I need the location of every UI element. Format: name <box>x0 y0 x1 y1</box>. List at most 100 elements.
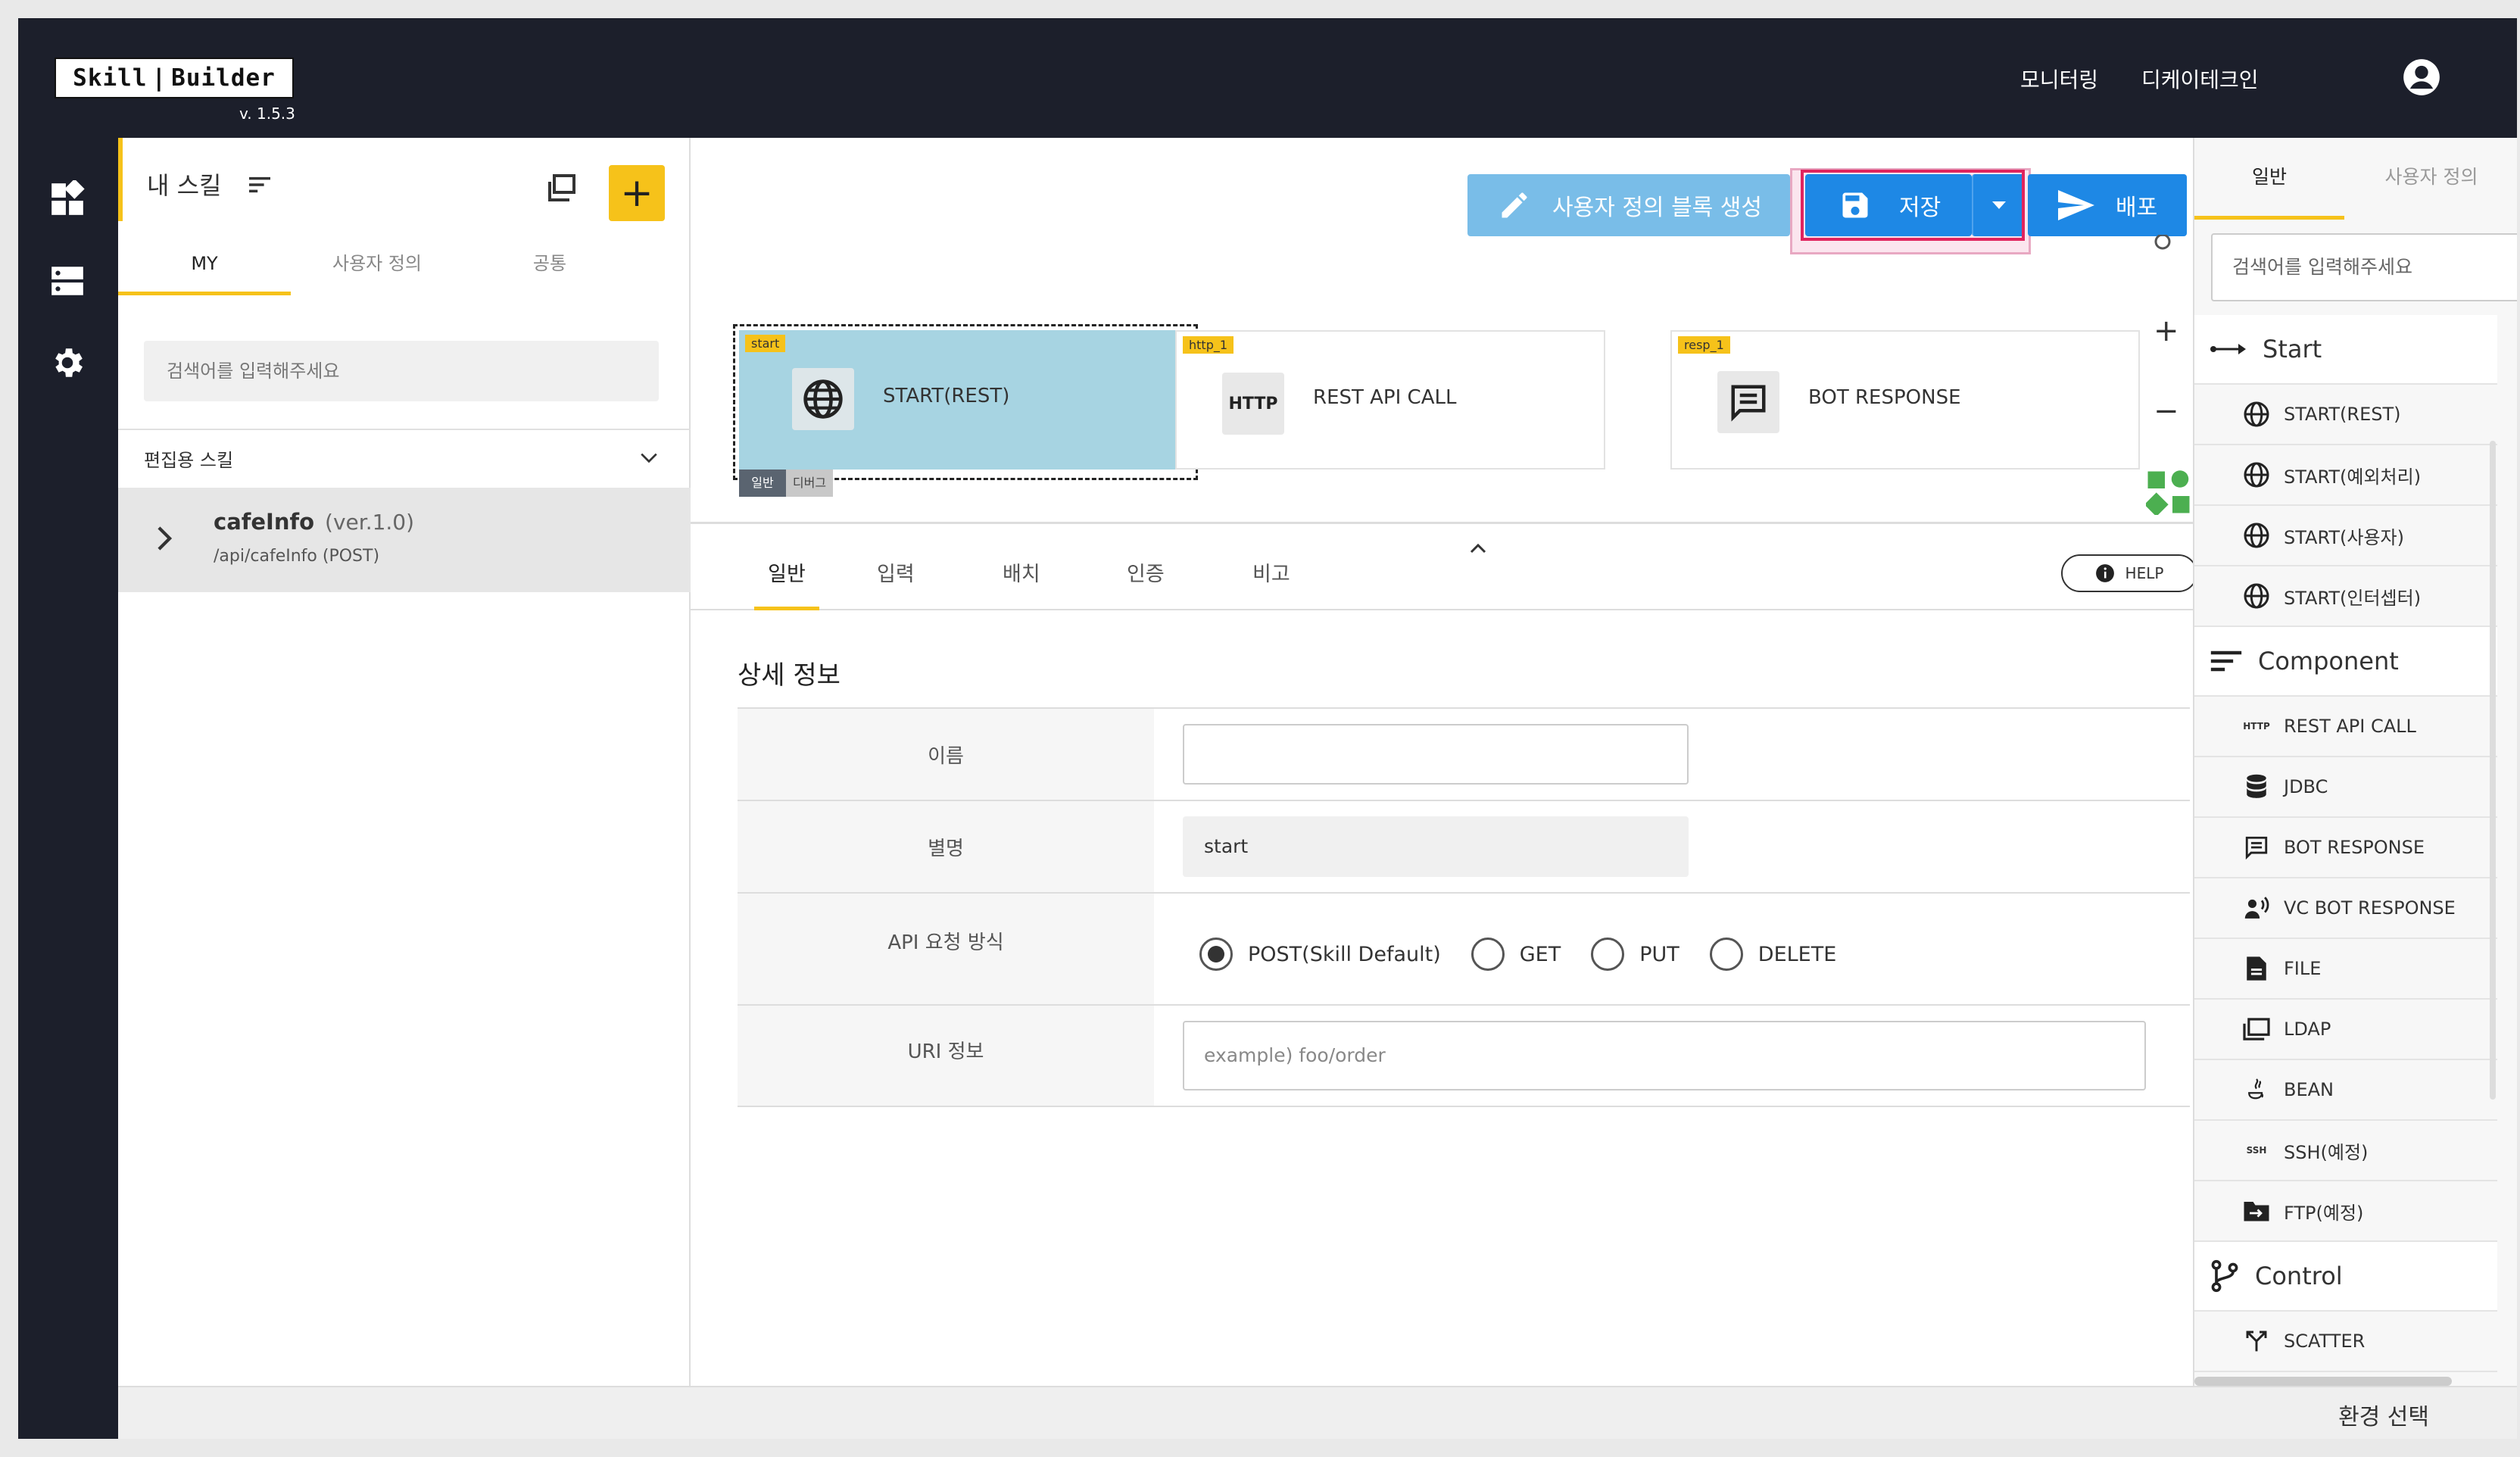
panel-title: 내 스킬 <box>147 171 222 200</box>
skill-list-item[interactable]: cafeInfo (ver.1.0) /api/cafeInfo (POST) <box>118 488 691 592</box>
fit-view-icon[interactable] <box>2149 235 2176 257</box>
chevron-down-icon[interactable] <box>639 451 659 465</box>
app-logo[interactable]: Skill | Builder <box>55 58 294 98</box>
name-input[interactable] <box>1183 724 1689 785</box>
radio-put[interactable] <box>1591 938 1625 971</box>
node-bot-response[interactable]: resp_1 BOT RESPONSE <box>1670 330 2140 470</box>
skill-search-input[interactable]: 검색어를 입력해주세요 <box>144 341 659 401</box>
radio-post[interactable] <box>1199 938 1233 971</box>
save-highlight-border <box>1801 170 2025 241</box>
custom-block-button[interactable]: 사용자 정의 블록 생성 <box>1467 174 1790 236</box>
node-tab-general[interactable]: 일반 <box>739 470 786 497</box>
item-label: START(예외처리) <box>2284 466 2422 488</box>
row-value: start <box>1154 801 2190 892</box>
add-skill-button[interactable]: + <box>609 165 665 221</box>
zoom-out-button[interactable]: − <box>2154 394 2179 429</box>
category-component[interactable]: Component <box>2194 627 2497 697</box>
globe-icon <box>2244 462 2269 488</box>
palette-item[interactable]: START(인터셉터) <box>2194 566 2497 627</box>
item-label: START(인터셉터) <box>2284 587 2422 609</box>
uri-input[interactable]: example) foo/order <box>1183 1021 2146 1090</box>
palette-item[interactable]: SSH SSH(예정) <box>2194 1121 2497 1181</box>
palette-hscrollbar[interactable] <box>2194 1377 2452 1386</box>
palette-list: Start START(REST) START(예외처리) START(사용자)… <box>2194 315 2497 1372</box>
help-button[interactable]: HELP <box>2061 554 2197 592</box>
tab-auth[interactable]: 인증 <box>1127 557 1165 610</box>
palette-item[interactable]: FILE <box>2194 939 2497 1000</box>
palette-scrollbar[interactable] <box>2490 441 2496 1100</box>
category-label: Start <box>2263 335 2322 363</box>
send-icon <box>2058 190 2094 220</box>
palette-item[interactable]: JDBC <box>2194 757 2497 818</box>
palette-item[interactable]: FTP(예정) <box>2194 1181 2497 1242</box>
palette-search-input[interactable]: 검색어를 입력해주세요 <box>2211 233 2517 301</box>
voice-icon <box>2244 897 2269 919</box>
node-http[interactable]: http_1 HTTP REST API CALL <box>1175 330 1605 470</box>
nav-company[interactable]: 디케이테크인 <box>2141 64 2259 94</box>
detail-tabs: 일반 입력 배치 인증 비고 <box>691 539 2193 610</box>
server-icon[interactable] <box>48 262 86 300</box>
node-tag: http_1 <box>1183 336 1234 354</box>
file-icon <box>2247 956 2266 981</box>
chevron-up-icon[interactable] <box>1469 542 1487 554</box>
skill-name-text: cafeInfo <box>214 509 315 535</box>
item-label: FILE <box>2284 958 2322 979</box>
tab-custom[interactable]: 사용자 정의 <box>291 244 463 295</box>
palette-item[interactable]: BOT RESPONSE <box>2194 818 2497 878</box>
palette-item[interactable]: START(예외처리) <box>2194 445 2497 506</box>
node-tab-debug[interactable]: 디버그 <box>786 470 833 497</box>
palette-item[interactable]: START(사용자) <box>2194 506 2497 566</box>
row-label: API 요청 방식 <box>738 894 1154 1004</box>
account-icon[interactable] <box>2402 58 2441 97</box>
panel-accent <box>118 138 123 221</box>
deploy-button[interactable]: 배포 <box>2028 174 2187 236</box>
globe-icon <box>2244 583 2269 609</box>
tab-input[interactable]: 입력 <box>877 557 915 610</box>
bottom-bar: 환경 선택 <box>118 1386 2517 1439</box>
section-title: 편집용 스킬 <box>144 450 234 471</box>
item-label: LDAP <box>2284 1019 2331 1040</box>
zoom-in-button[interactable]: + <box>2154 314 2179 348</box>
logo-separator: | <box>151 64 167 92</box>
skill-version: (ver.1.0) <box>325 510 415 535</box>
palette-item[interactable]: VC BOT RESPONSE <box>2194 878 2497 939</box>
category-control[interactable]: Control <box>2194 1242 2497 1312</box>
node-selection-outline <box>733 324 1198 480</box>
tab-batch[interactable]: 배치 <box>1003 557 1040 610</box>
pencil-icon <box>1502 192 1527 218</box>
radio-delete[interactable] <box>1709 938 1743 971</box>
radio-get[interactable] <box>1471 938 1505 971</box>
palette-item[interactable]: LDAP <box>2194 1000 2497 1060</box>
palette-item[interactable]: START(REST) <box>2194 385 2497 445</box>
palette-tab-custom[interactable]: 사용자 정의 <box>2344 138 2517 220</box>
palette-item[interactable]: HTTP REST API CALL <box>2194 697 2497 757</box>
tab-note[interactable]: 비고 <box>1252 557 1290 610</box>
dashboard-icon[interactable] <box>48 180 86 218</box>
category-start[interactable]: Start <box>2194 315 2497 385</box>
tab-general[interactable]: 일반 <box>754 557 819 610</box>
item-label: BOT RESPONSE <box>2284 837 2425 858</box>
palette-tab-general[interactable]: 일반 <box>2194 138 2344 220</box>
layout-icon[interactable] <box>2146 470 2191 515</box>
logo-right: Builder <box>171 64 276 92</box>
settings-icon[interactable] <box>48 344 86 382</box>
left-nav <box>18 138 118 1439</box>
env-select-button[interactable]: 환경 선택 <box>2338 1398 2429 1431</box>
radio-put-label: PUT <box>1639 942 1679 966</box>
deploy-label: 배포 <box>2116 195 2158 221</box>
component-icon <box>2210 651 2242 672</box>
help-label: HELP <box>2125 564 2164 582</box>
item-label: SCATTER <box>2284 1331 2366 1352</box>
row-uri: URI 정보 example) foo/order <box>738 1006 2190 1107</box>
copy-icon[interactable] <box>542 171 579 207</box>
nav-monitoring[interactable]: 모니터링 <box>2020 64 2098 94</box>
sort-icon[interactable] <box>247 174 273 195</box>
chevron-right-icon[interactable] <box>156 526 173 551</box>
tab-common[interactable]: 공통 <box>463 244 636 295</box>
palette-item[interactable]: BEAN <box>2194 1060 2497 1121</box>
row-alias: 별명 start <box>738 801 2190 894</box>
palette-item[interactable]: SCATTER <box>2194 1312 2497 1372</box>
tab-my[interactable]: MY <box>118 244 291 295</box>
app-version: v. 1.5.3 <box>239 105 295 123</box>
detail-title: 상세 정보 <box>738 660 841 691</box>
